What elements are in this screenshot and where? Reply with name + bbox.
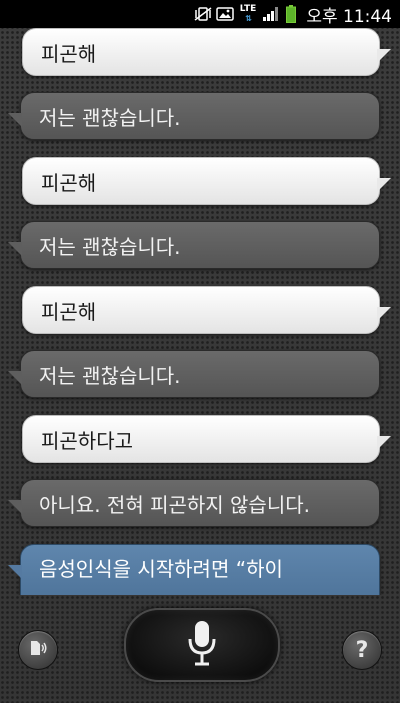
message-text: 저는 괜찮습니다. (39, 363, 181, 388)
user-message-bubble: 피곤해 (22, 28, 391, 76)
message-text: 피곤해 (41, 41, 97, 66)
conversation-list[interactable]: 피곤해 저는 괜찮습니다. 피곤해 저는 괜찮습니다. 피곤해 저는 괜찮습니다… (0, 28, 400, 595)
lte-network-icon: LTE ⇅ (239, 4, 257, 24)
user-message-bubble: 피곤해 (22, 286, 391, 334)
message-text: 피곤해 (41, 299, 97, 324)
user-message-bubble: 피곤하다고 (22, 415, 391, 463)
assistant-message-bubble: 저는 괜찮습니다. (8, 221, 380, 269)
message-text: 음성인식을 시작하려면 “하이 (39, 557, 283, 581)
battery-icon (286, 5, 297, 23)
data-arrows-icon: ⇅ (245, 14, 252, 23)
status-bar: LTE ⇅ 오후 11:44 (0, 0, 400, 28)
signal-strength-icon (262, 6, 280, 22)
speaker-output-icon (28, 639, 48, 661)
network-label: LTE (239, 4, 257, 14)
help-icon: ? (355, 637, 369, 663)
assistant-message-bubble: 저는 괜찮습니다. (8, 350, 380, 398)
gallery-notification-icon (216, 7, 234, 21)
clock-time: 11:44 (343, 6, 392, 27)
message-text: 피곤해 (41, 170, 97, 195)
user-message-bubble: 피곤해 (22, 157, 391, 205)
microphone-icon (185, 619, 219, 671)
assistant-message-bubble: 아니요. 전혀 피곤하지 않습니다. (8, 479, 380, 527)
message-text: 아니요. 전혀 피곤하지 않습니다. (39, 492, 310, 517)
message-text: 저는 괜찮습니다. (39, 105, 181, 130)
speaker-output-button[interactable] (18, 630, 58, 670)
voice-hint-bubble: 음성인식을 시작하려면 “하이 (8, 544, 380, 595)
bottom-controls: ? (0, 595, 400, 703)
help-button[interactable]: ? (342, 630, 382, 670)
message-text: 저는 괜찮습니다. (39, 234, 181, 259)
vibrate-mute-icon (194, 7, 212, 21)
assistant-message-bubble: 저는 괜찮습니다. (8, 92, 380, 140)
clock-ampm: 오후 (306, 6, 338, 27)
microphone-button[interactable] (124, 608, 280, 682)
status-clock: 오후 11:44 (306, 2, 392, 27)
message-text: 피곤하다고 (41, 428, 133, 453)
